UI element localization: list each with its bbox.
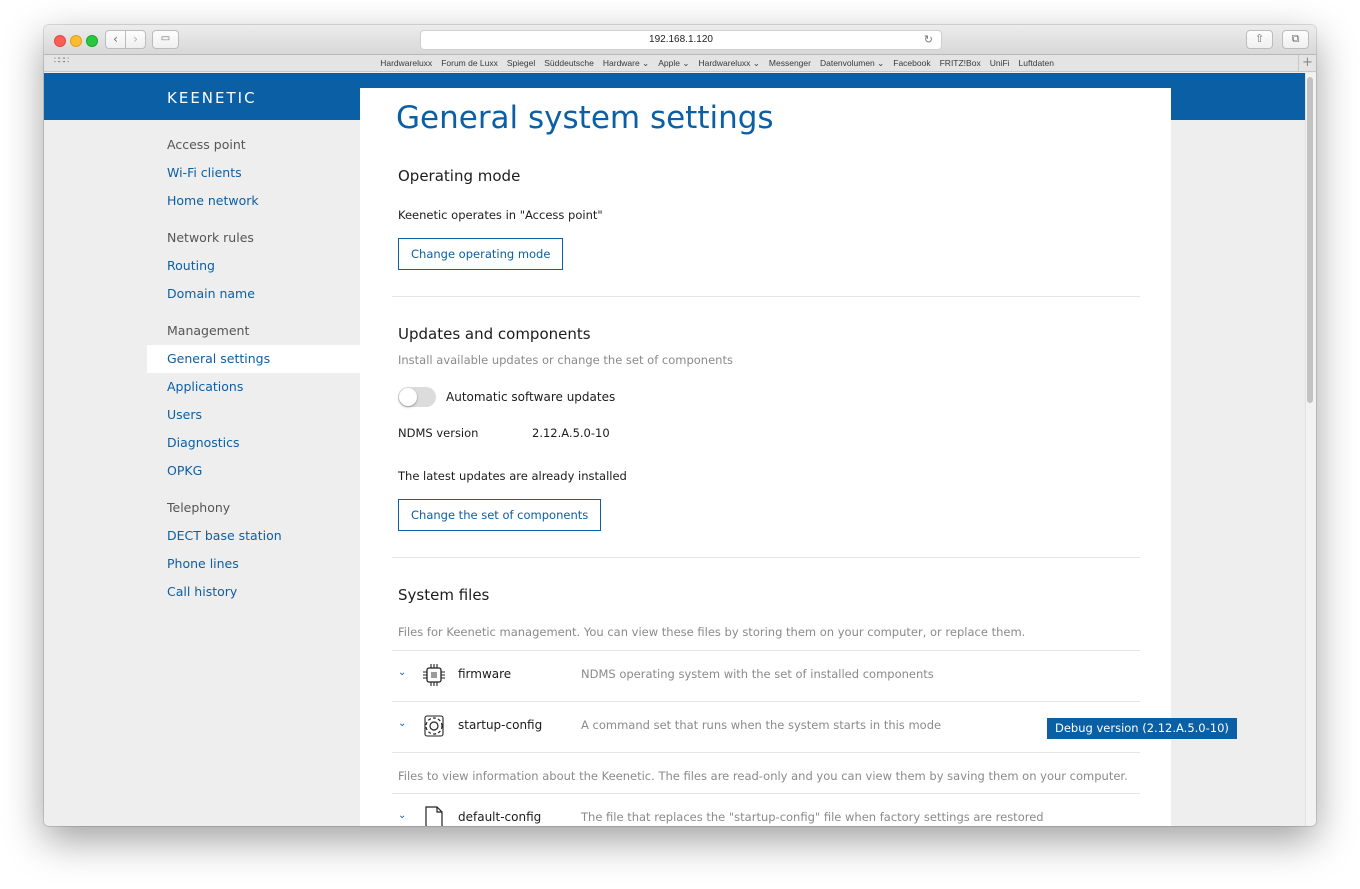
ndms-version-value: 2.12.A.5.0-10 [532, 426, 610, 440]
favorites-list: Hardwareluxx Forum de Luxx Spiegel Süddeuts… [380, 58, 1054, 69]
updates-heading: Updates and components [398, 325, 591, 343]
sidebar-item-domain-name[interactable]: Domain name [147, 280, 360, 308]
sidebar-item-applications[interactable]: Applications [147, 373, 360, 401]
sidebar-item-call-history[interactable]: Call history [147, 578, 360, 606]
section-divider [392, 296, 1140, 297]
new-tab-button[interactable]: + [1298, 55, 1316, 72]
readonly-files-text: Files to view information about the Keen… [398, 769, 1128, 783]
favorite-link[interactable]: Datenvolumen ⌄ [820, 58, 884, 69]
file-name: startup-config [458, 718, 543, 732]
tabs-icon: ⧉ [1291, 32, 1300, 45]
zoom-window-button[interactable] [86, 35, 98, 47]
favorite-link[interactable]: Hardwareluxx ⌄ [698, 58, 759, 69]
favorite-link[interactable]: Facebook [893, 58, 930, 69]
sidebar-section-heading: Telephony [167, 500, 231, 515]
favorite-link[interactable]: Süddeutsche [544, 58, 594, 69]
page-viewport: KEENETIC Access point Wi-Fi clients Home n… [44, 73, 1316, 826]
favorite-link[interactable]: Apple ⌄ [658, 58, 689, 69]
chip-icon [423, 664, 445, 686]
sidebar-item-home-network[interactable]: Home network [147, 187, 360, 215]
browser-toolbar: ‹ › ▭ 192.168.1.120 ↻ ⇧ ⧉ [44, 25, 1316, 55]
automatic-updates-label: Automatic software updates [446, 390, 616, 404]
updates-status-text: The latest updates are already installed [398, 469, 627, 483]
gear-icon [424, 715, 444, 737]
file-icon [425, 806, 443, 826]
file-description: A command set that runs when the system … [581, 718, 942, 732]
automatic-updates-toggle[interactable] [398, 387, 436, 407]
chevron-down-icon[interactable]: ⌄ [398, 718, 406, 729]
toggle-knob [399, 388, 417, 406]
sidebar-section-heading: Management [167, 323, 250, 338]
file-description: NDMS operating system with the set of in… [581, 667, 934, 681]
chevron-right-icon: › [133, 32, 138, 46]
file-row-firmware[interactable]: ⌄ firmware NDMS operating system with th… [392, 650, 1140, 701]
operating-mode-text: Keenetic operates in "Access point" [398, 208, 603, 222]
scrollbar-thumb[interactable] [1307, 77, 1313, 403]
sidebar-item-diagnostics[interactable]: Diagnostics [147, 429, 360, 457]
chevron-down-icon[interactable]: ⌄ [398, 667, 406, 678]
chevron-down-icon[interactable]: ⌄ [398, 810, 406, 821]
section-divider [392, 557, 1140, 558]
sidebar-item-users[interactable]: Users [147, 401, 360, 429]
forward-button[interactable]: › [125, 30, 146, 49]
page-title: General system settings [396, 100, 774, 136]
plus-icon: + [1302, 55, 1313, 70]
favorite-link[interactable]: Spiegel [507, 58, 535, 69]
sidebar-toggle-button[interactable]: ▭ [152, 30, 179, 49]
change-components-button[interactable]: Change the set of components [398, 499, 602, 531]
browser-window: ‹ › ▭ 192.168.1.120 ↻ ⇧ ⧉ ∷∷∷ Hardwarelu… [44, 25, 1316, 826]
favorite-link[interactable]: Luftdaten [1019, 58, 1054, 69]
vertical-scrollbar[interactable] [1305, 73, 1316, 826]
share-icon: ⇧ [1254, 32, 1265, 45]
share-button[interactable]: ⇧ [1246, 30, 1273, 49]
sidebar-icon: ▭ [160, 33, 171, 44]
sidebar-item-phone-lines[interactable]: Phone lines [147, 550, 360, 578]
address-text: 192.168.1.120 [649, 34, 713, 45]
system-files-heading: System files [398, 586, 490, 604]
favorite-link[interactable]: Hardware ⌄ [603, 58, 649, 69]
sidebar-item-routing[interactable]: Routing [147, 252, 360, 280]
minimize-window-button[interactable] [70, 35, 82, 47]
close-window-button[interactable] [54, 35, 66, 47]
file-name: default-config [458, 810, 542, 824]
favorite-link[interactable]: Messenger [769, 58, 811, 69]
debug-version-badge: Debug version (2.12.A.5.0-10) [1047, 718, 1237, 739]
updates-subtitle: Install available updates or change the … [398, 353, 733, 367]
file-name: firmware [458, 667, 512, 681]
main-content: General system settings Operating mode K… [360, 88, 1171, 826]
sidebar-item-opkg[interactable]: OPKG [147, 457, 360, 485]
reload-icon[interactable]: ↻ [924, 31, 933, 49]
file-description: The file that replaces the "startup-conf… [581, 810, 1044, 824]
keenetic-logo[interactable]: KEENETIC [167, 89, 257, 107]
sidebar-item-dect-base-station[interactable]: DECT base station [147, 522, 360, 550]
favorites-bar: ∷∷∷ Hardwareluxx Forum de Luxx Spiegel Südd… [44, 55, 1316, 72]
chevron-left-icon: ‹ [113, 32, 118, 46]
favorite-link[interactable]: Hardwareluxx [380, 58, 432, 69]
operating-mode-heading: Operating mode [398, 167, 521, 185]
system-files-subtitle: Files for Keenetic management. You can v… [398, 625, 1026, 639]
show-tabs-button[interactable]: ⧉ [1282, 30, 1309, 49]
grid-icon[interactable]: ∷∷∷ [54, 56, 69, 66]
sidebar-nav: Access point Wi-Fi clients Home network Net… [147, 131, 360, 606]
file-row-default-config[interactable]: ⌄ default-config The file that replaces … [392, 793, 1140, 826]
favorite-link[interactable]: Forum de Luxx [441, 58, 498, 69]
ndms-version-label: NDMS version [398, 426, 479, 440]
sidebar-item-wi-fi-clients[interactable]: Wi-Fi clients [147, 159, 360, 187]
file-row-startup-config[interactable]: ⌄ startup-config A command set that runs… [392, 701, 1140, 752]
favorite-link[interactable]: FRITZ!Box [940, 58, 981, 69]
change-operating-mode-button[interactable]: Change operating mode [398, 238, 564, 270]
sidebar-item-general-settings[interactable]: General settings [147, 345, 360, 373]
address-bar[interactable]: 192.168.1.120 ↻ [420, 30, 942, 50]
favorite-link[interactable]: UniFi [990, 58, 1010, 69]
back-button[interactable]: ‹ [105, 30, 126, 49]
sidebar-section-heading: Network rules [167, 230, 254, 245]
sidebar-section-heading: Access point [167, 137, 246, 152]
